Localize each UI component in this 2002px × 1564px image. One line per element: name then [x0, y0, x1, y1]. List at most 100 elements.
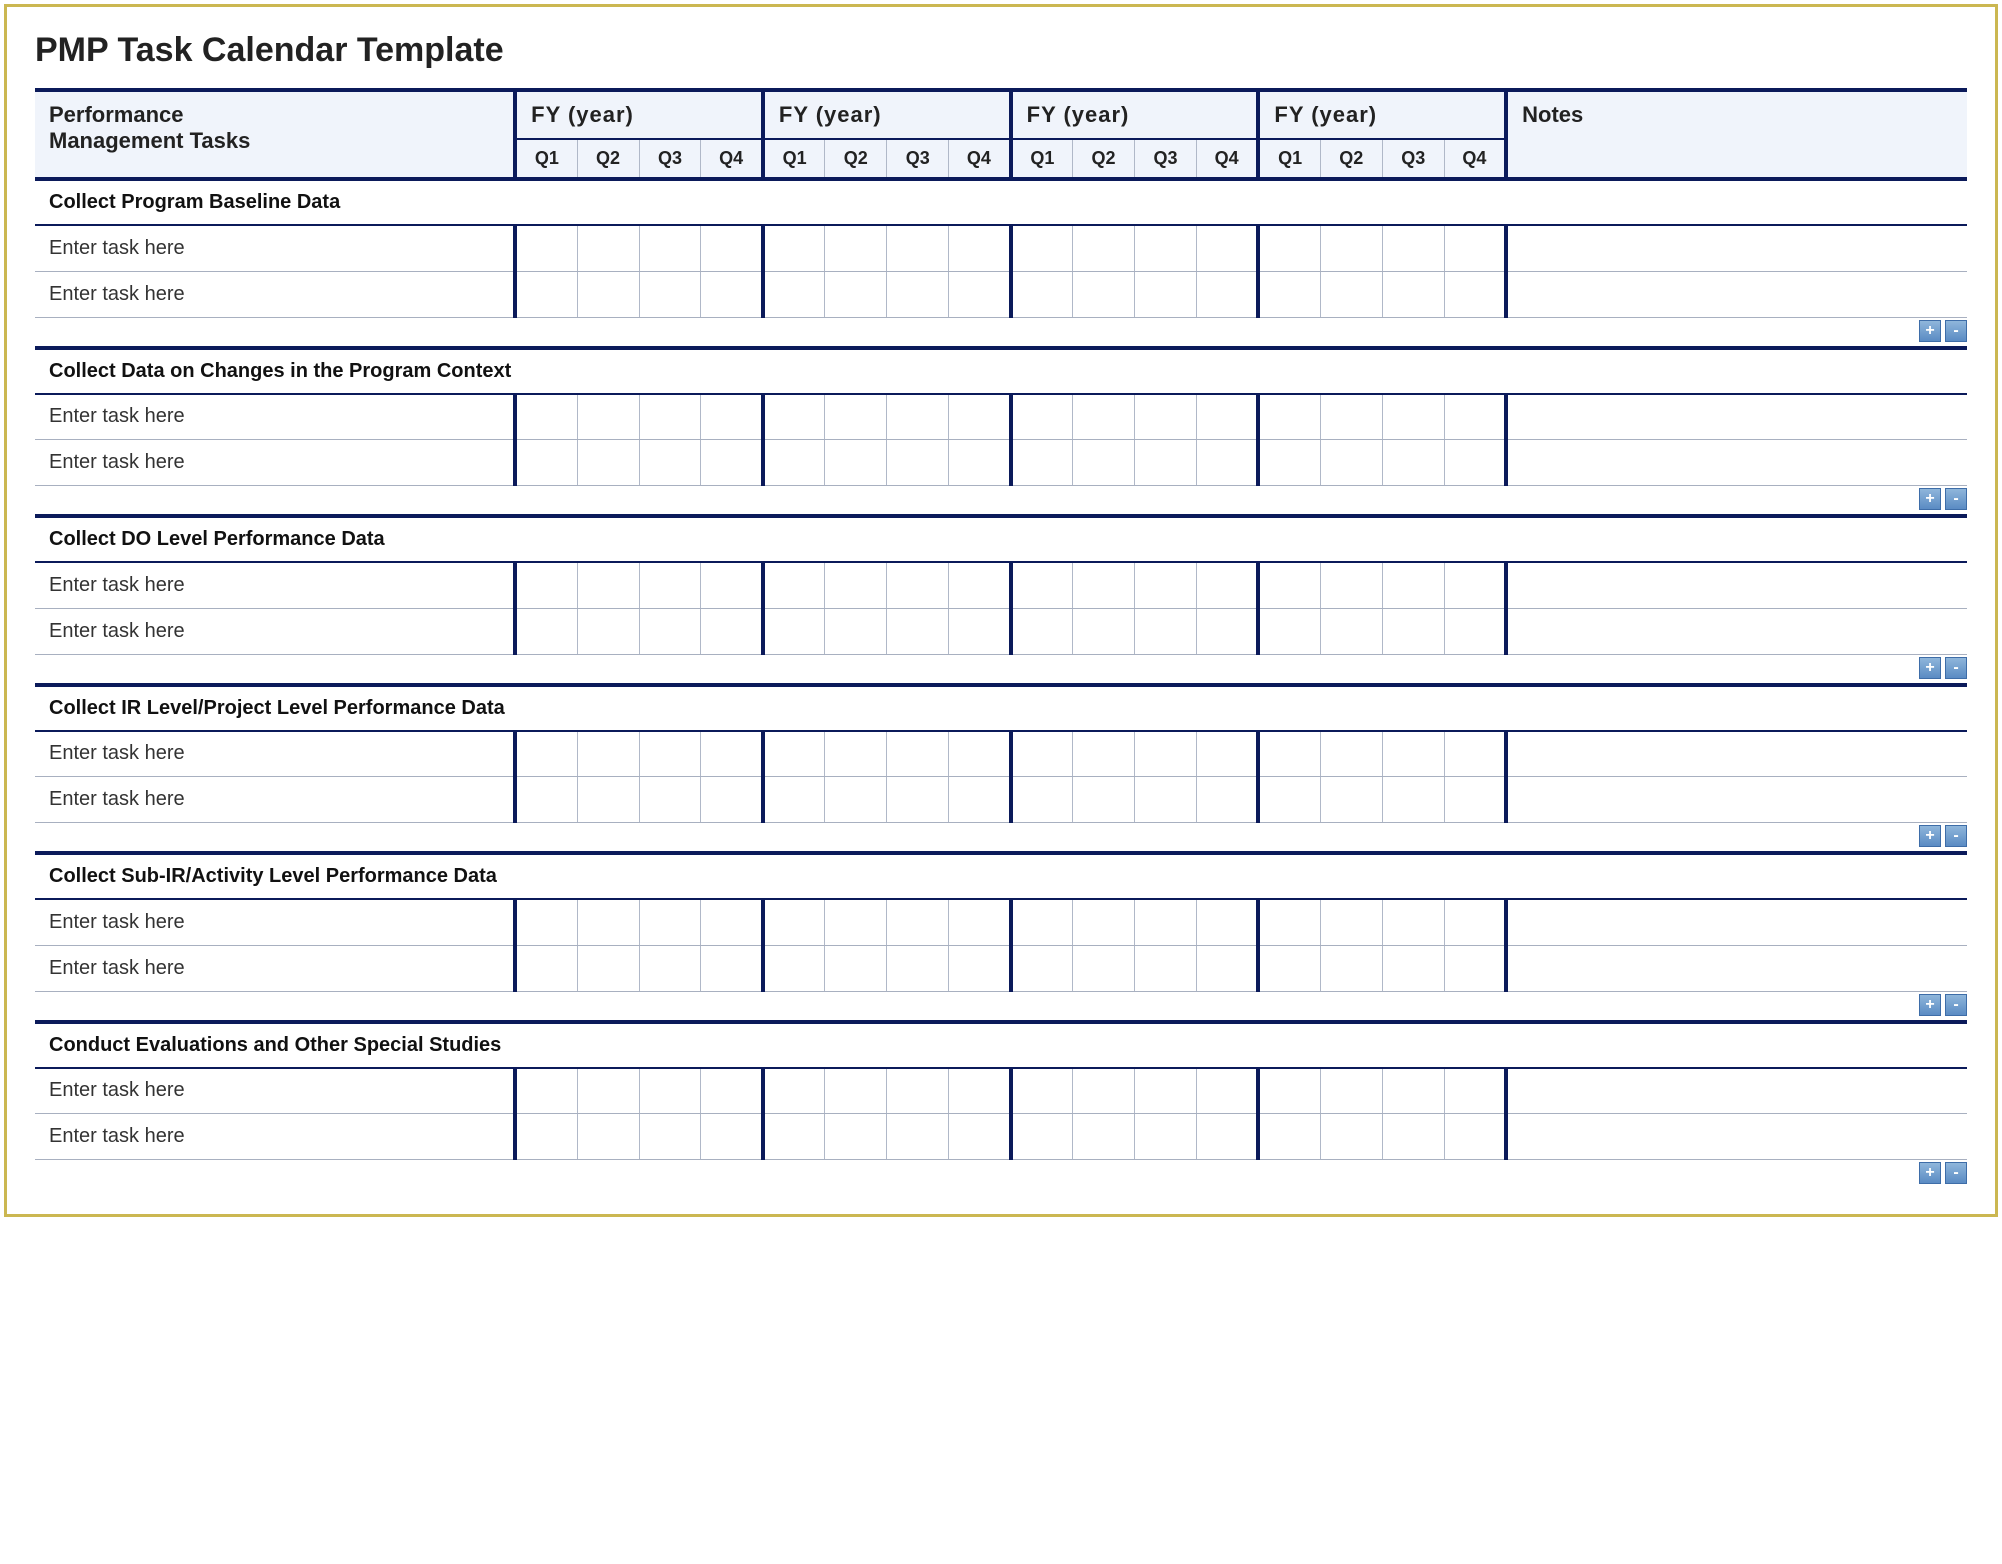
quarter-cell[interactable] [1382, 271, 1444, 317]
quarter-cell[interactable] [887, 271, 949, 317]
quarter-cell[interactable] [949, 608, 1011, 654]
quarter-cell[interactable] [1135, 440, 1197, 486]
quarter-cell[interactable] [515, 271, 577, 317]
quarter-cell[interactable] [1444, 1068, 1506, 1114]
quarter-cell[interactable] [1444, 608, 1506, 654]
quarter-cell[interactable] [1196, 899, 1258, 945]
quarter-cell[interactable] [1196, 945, 1258, 991]
quarter-cell[interactable] [949, 394, 1011, 440]
quarter-cell[interactable] [763, 731, 825, 777]
quarter-cell[interactable] [701, 899, 763, 945]
quarter-cell[interactable] [1320, 777, 1382, 823]
quarter-cell[interactable] [701, 394, 763, 440]
quarter-cell[interactable] [1382, 1068, 1444, 1114]
quarter-cell[interactable] [1073, 271, 1135, 317]
quarter-cell[interactable] [949, 562, 1011, 608]
quarter-cell[interactable] [577, 777, 639, 823]
remove-row-button[interactable]: - [1945, 994, 1967, 1016]
task-name-cell[interactable]: Enter task here [35, 271, 515, 317]
quarter-cell[interactable] [1258, 440, 1320, 486]
quarter-cell[interactable] [1073, 1114, 1135, 1160]
quarter-cell[interactable] [1135, 562, 1197, 608]
quarter-cell[interactable] [887, 1068, 949, 1114]
quarter-cell[interactable] [825, 394, 887, 440]
quarter-cell[interactable] [887, 562, 949, 608]
quarter-cell[interactable] [515, 1068, 577, 1114]
quarter-cell[interactable] [1073, 777, 1135, 823]
notes-cell[interactable] [1506, 225, 1967, 271]
quarter-cell[interactable] [639, 440, 701, 486]
quarter-cell[interactable] [825, 562, 887, 608]
quarter-cell[interactable] [1320, 731, 1382, 777]
quarter-cell[interactable] [1382, 731, 1444, 777]
remove-row-button[interactable]: - [1945, 657, 1967, 679]
quarter-cell[interactable] [639, 731, 701, 777]
notes-cell[interactable] [1506, 562, 1967, 608]
quarter-cell[interactable] [763, 394, 825, 440]
quarter-cell[interactable] [639, 777, 701, 823]
quarter-cell[interactable] [763, 1114, 825, 1160]
quarter-cell[interactable] [1382, 1114, 1444, 1160]
quarter-cell[interactable] [1320, 394, 1382, 440]
task-name-cell[interactable]: Enter task here [35, 562, 515, 608]
quarter-cell[interactable] [577, 1114, 639, 1160]
quarter-cell[interactable] [825, 225, 887, 271]
quarter-cell[interactable] [887, 777, 949, 823]
quarter-cell[interactable] [577, 1068, 639, 1114]
quarter-cell[interactable] [825, 899, 887, 945]
quarter-cell[interactable] [1382, 777, 1444, 823]
quarter-cell[interactable] [1382, 225, 1444, 271]
quarter-cell[interactable] [1073, 1068, 1135, 1114]
add-row-button[interactable]: + [1919, 1162, 1941, 1184]
quarter-cell[interactable] [515, 1114, 577, 1160]
quarter-cell[interactable] [825, 1114, 887, 1160]
quarter-cell[interactable] [949, 899, 1011, 945]
quarter-cell[interactable] [1444, 731, 1506, 777]
quarter-cell[interactable] [1382, 562, 1444, 608]
quarter-cell[interactable] [887, 225, 949, 271]
quarter-cell[interactable] [1011, 562, 1073, 608]
quarter-cell[interactable] [701, 440, 763, 486]
quarter-cell[interactable] [1011, 945, 1073, 991]
task-name-cell[interactable]: Enter task here [35, 945, 515, 991]
quarter-cell[interactable] [1196, 225, 1258, 271]
notes-cell[interactable] [1506, 899, 1967, 945]
quarter-cell[interactable] [887, 945, 949, 991]
quarter-cell[interactable] [1320, 271, 1382, 317]
quarter-cell[interactable] [1258, 225, 1320, 271]
quarter-cell[interactable] [1444, 394, 1506, 440]
quarter-cell[interactable] [949, 225, 1011, 271]
quarter-cell[interactable] [1320, 608, 1382, 654]
quarter-cell[interactable] [1073, 731, 1135, 777]
quarter-cell[interactable] [639, 945, 701, 991]
notes-cell[interactable] [1506, 440, 1967, 486]
task-name-cell[interactable]: Enter task here [35, 1114, 515, 1160]
notes-cell[interactable] [1506, 777, 1967, 823]
quarter-cell[interactable] [515, 945, 577, 991]
quarter-cell[interactable] [577, 440, 639, 486]
quarter-cell[interactable] [1196, 440, 1258, 486]
quarter-cell[interactable] [763, 271, 825, 317]
quarter-cell[interactable] [1320, 1114, 1382, 1160]
quarter-cell[interactable] [763, 562, 825, 608]
quarter-cell[interactable] [887, 394, 949, 440]
quarter-cell[interactable] [825, 731, 887, 777]
quarter-cell[interactable] [1135, 1114, 1197, 1160]
quarter-cell[interactable] [515, 899, 577, 945]
quarter-cell[interactable] [1258, 271, 1320, 317]
quarter-cell[interactable] [887, 608, 949, 654]
quarter-cell[interactable] [763, 777, 825, 823]
quarter-cell[interactable] [1135, 394, 1197, 440]
quarter-cell[interactable] [763, 1068, 825, 1114]
quarter-cell[interactable] [577, 945, 639, 991]
quarter-cell[interactable] [639, 608, 701, 654]
quarter-cell[interactable] [515, 562, 577, 608]
quarter-cell[interactable] [1196, 394, 1258, 440]
quarter-cell[interactable] [825, 945, 887, 991]
quarter-cell[interactable] [639, 394, 701, 440]
quarter-cell[interactable] [1011, 1068, 1073, 1114]
quarter-cell[interactable] [1011, 394, 1073, 440]
notes-cell[interactable] [1506, 1114, 1967, 1160]
quarter-cell[interactable] [887, 1114, 949, 1160]
quarter-cell[interactable] [1382, 394, 1444, 440]
